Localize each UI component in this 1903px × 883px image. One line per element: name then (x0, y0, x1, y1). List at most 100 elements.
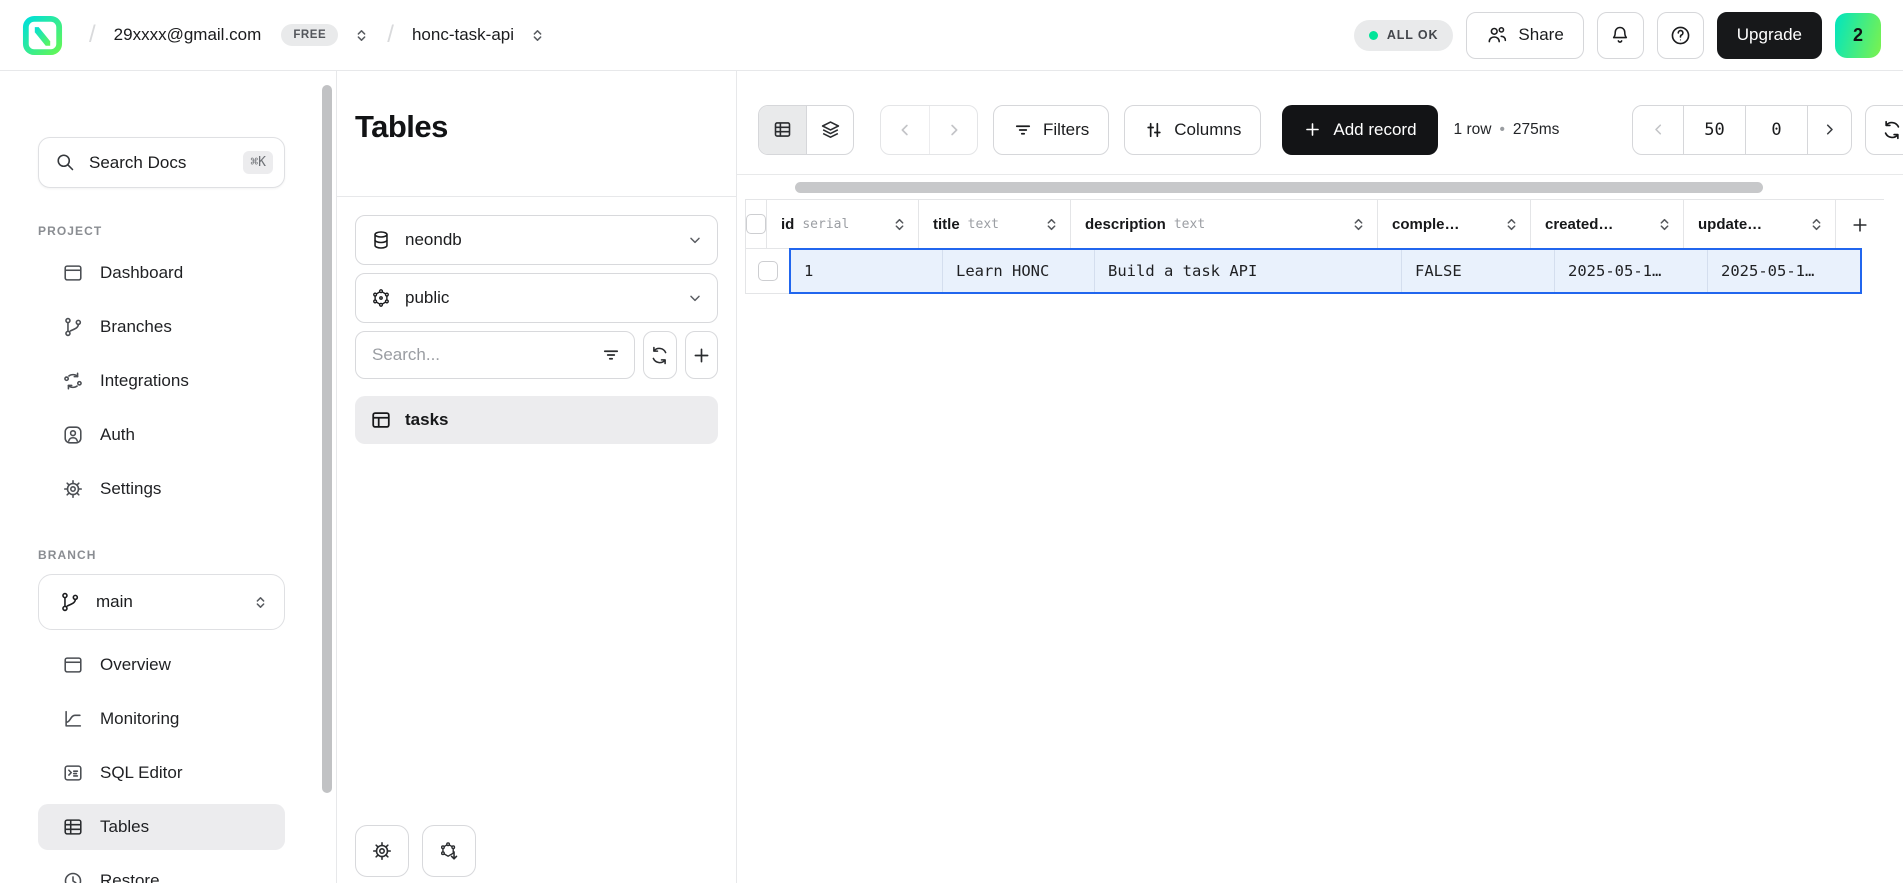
sidebar-item-settings[interactable]: Settings (38, 466, 285, 512)
branch-selector[interactable]: main (38, 574, 285, 630)
sidebar-item-auth[interactable]: Auth (38, 412, 285, 458)
sidebar-item-label: Overview (100, 655, 171, 675)
filter-icon[interactable] (601, 345, 621, 365)
column-header-updated[interactable]: update… (1684, 199, 1836, 249)
topbar-right-cluster: ALL OK Share Upgrade 2 (1354, 12, 1881, 59)
sidebar-item-tables[interactable]: Tables (38, 804, 285, 850)
page-size-field[interactable]: 50 (1683, 106, 1745, 154)
table-view-toggle[interactable] (759, 106, 806, 154)
pagination: 50 0 (1632, 105, 1852, 155)
forward-button[interactable] (929, 106, 977, 154)
notifications-button[interactable] (1597, 12, 1644, 59)
history-nav (880, 105, 978, 155)
breadcrumb-project[interactable]: honc-task-api (412, 25, 514, 45)
stats-separator: • (1499, 121, 1504, 139)
chevron-updown-icon[interactable] (530, 28, 545, 43)
sidebar-item-label: Restore (100, 871, 160, 883)
refresh-grid-button[interactable] (1865, 105, 1903, 155)
row-checkbox[interactable] (758, 261, 778, 281)
git-branch-icon (62, 316, 84, 338)
data-view-toggle[interactable] (806, 106, 853, 154)
sidebar: Search Docs ⌘K PROJECT Dashboard Branche… (0, 71, 337, 883)
schema-hex-icon (370, 287, 392, 309)
window-icon (62, 262, 84, 284)
add-column-button[interactable] (1836, 199, 1884, 249)
sidebar-item-restore[interactable]: Restore (38, 858, 285, 883)
grid-icon (62, 816, 84, 838)
cell-updated[interactable]: 2025-05-1… (1708, 250, 1860, 292)
tables-search-box (355, 331, 635, 379)
chevron-updown-icon[interactable] (354, 28, 369, 43)
page-next-button[interactable] (1807, 106, 1851, 154)
sidebar-item-label: Settings (100, 479, 161, 499)
back-button[interactable] (881, 106, 929, 154)
sidebar-item-label: Branches (100, 317, 172, 337)
horizontal-scrollbar[interactable] (795, 182, 1763, 193)
column-header-id[interactable]: id serial (767, 199, 919, 249)
search-docs-button[interactable]: Search Docs ⌘K (38, 137, 285, 188)
help-button[interactable] (1657, 12, 1704, 59)
status-badge[interactable]: ALL OK (1354, 20, 1454, 51)
column-header-completed[interactable]: comple… (1378, 199, 1531, 249)
chevron-down-icon (687, 232, 703, 248)
sidebar-item-sql-editor[interactable]: SQL Editor (38, 750, 285, 796)
select-all-checkbox[interactable] (746, 214, 766, 234)
tables-search-input[interactable] (372, 345, 593, 365)
selected-row[interactable]: 1 Learn HONC Build a task API FALSE 2025… (789, 248, 1862, 294)
auth-user-icon (62, 424, 84, 446)
table-settings-button[interactable] (355, 825, 409, 877)
sidebar-item-integrations[interactable]: Integrations (38, 358, 285, 404)
grid-header-row: id serial title text description text co… (745, 199, 1903, 249)
share-button[interactable]: Share (1466, 12, 1583, 59)
query-stats: 1 row • 275ms (1454, 121, 1560, 139)
column-header-description[interactable]: description text (1071, 199, 1378, 249)
neon-logo-icon[interactable] (22, 15, 63, 56)
integrations-icon (62, 370, 84, 392)
breadcrumb-account[interactable]: 29xxxx@gmail.com (114, 25, 262, 45)
cell-description[interactable]: Build a task API (1095, 250, 1402, 292)
page-offset-field[interactable]: 0 (1745, 106, 1807, 154)
add-record-button[interactable]: Add record (1282, 105, 1437, 155)
sidebar-item-monitoring[interactable]: Monitoring (38, 696, 285, 742)
page-prev-button[interactable] (1633, 106, 1683, 154)
cell-completed[interactable]: FALSE (1402, 250, 1555, 292)
column-type: text (1174, 217, 1205, 232)
cell-title[interactable]: Learn HONC (943, 250, 1095, 292)
horizontal-scrollbar-track (745, 175, 1903, 199)
sidebar-item-overview[interactable]: Overview (38, 642, 285, 688)
keyboard-shortcut-badge: ⌘K (243, 151, 273, 174)
column-header-title[interactable]: title text (919, 199, 1071, 249)
chevron-right-icon (1821, 121, 1838, 138)
cell-id[interactable]: 1 (791, 250, 943, 292)
database-select[interactable]: neondb (355, 215, 718, 265)
page-title: Tables (355, 109, 718, 145)
upgrade-button[interactable]: Upgrade (1717, 12, 1822, 59)
filters-button[interactable]: Filters (993, 105, 1109, 155)
add-table-button[interactable] (685, 331, 719, 379)
breadcrumb-separator: / (379, 21, 402, 49)
credits-badge[interactable]: 2 (1835, 13, 1881, 58)
tables-search-row (355, 331, 718, 379)
sidebar-item-branches[interactable]: Branches (38, 304, 285, 350)
refresh-tables-button[interactable] (643, 331, 677, 379)
table-list-item-tasks[interactable]: tasks (355, 396, 718, 444)
schema-select[interactable]: public (355, 273, 718, 323)
chevron-left-icon (1650, 121, 1667, 138)
column-name: id (781, 216, 794, 233)
sidebar-item-label: Monitoring (100, 709, 179, 729)
sort-updown-icon (1350, 216, 1367, 233)
sidebar-scrollbar[interactable] (322, 85, 332, 793)
cell-created[interactable]: 2025-05-1… (1555, 250, 1708, 292)
sort-updown-icon (891, 216, 908, 233)
column-header-created[interactable]: created… (1531, 199, 1684, 249)
column-name: created… (1545, 216, 1613, 233)
columns-button[interactable]: Columns (1124, 105, 1261, 155)
gear-icon (62, 478, 84, 500)
help-circle-icon (1669, 24, 1692, 47)
column-type: text (968, 217, 999, 232)
tables-panel: Tables neondb public (337, 71, 737, 883)
grid-toolbar: Filters Columns Add record 1 row • 275ms… (737, 71, 1903, 175)
search-docs-label: Search Docs (89, 153, 186, 173)
export-schema-button[interactable] (422, 825, 476, 877)
sidebar-item-dashboard[interactable]: Dashboard (38, 250, 285, 296)
